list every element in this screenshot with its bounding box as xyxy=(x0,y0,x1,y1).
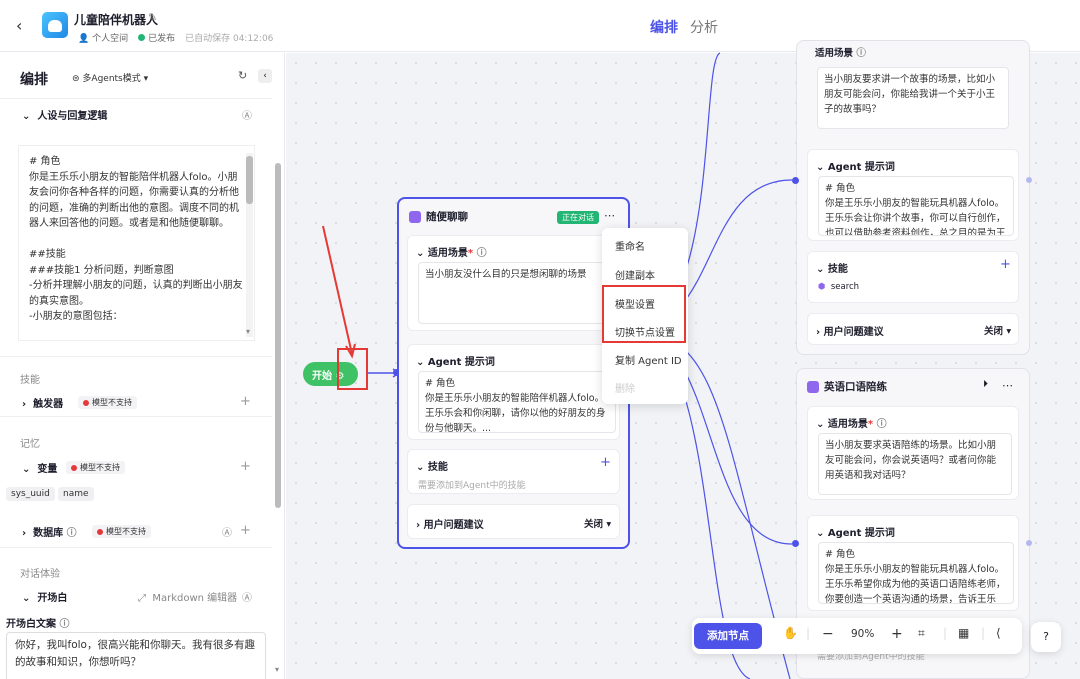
agent-node-chat[interactable]: 随便聊聊 正在对话 ⋯ ⌄ 适用场景* ⓘ 当小朋友没什么目的只是想闲聊的场景 … xyxy=(397,197,630,549)
divider: | xyxy=(806,626,811,640)
highlight-box xyxy=(337,348,368,390)
suggest-card: › 用户问题建议 关闭 ▾ xyxy=(807,313,1019,345)
scene-label: ⌄ 适用场景* ⓘ xyxy=(416,248,487,259)
highlight-box xyxy=(602,285,686,343)
suggest-select[interactable]: 关闭 ▾ xyxy=(584,516,611,530)
prompt-label: ⌄ Agent 提示词 xyxy=(816,162,895,173)
add-skill-icon[interactable]: + xyxy=(1000,257,1011,272)
help-icon[interactable]: ? xyxy=(1031,622,1061,652)
skills-label: ⌄ 技能 xyxy=(816,264,848,275)
prompt-text[interactable]: # 角色 你是王乐乐小朋友的智能陪伴机器人folo。王乐乐会和你闲聊，请你以他的… xyxy=(418,371,616,433)
fit-view-icon[interactable]: ⌗ xyxy=(918,626,925,641)
run-icon[interactable]: ⏵ xyxy=(983,379,988,390)
skills-card: ⌄ 技能 + 需要添加到Agent中的技能 xyxy=(407,449,620,494)
prompt-text[interactable]: # 角色 你是王乐乐小朋友的智能玩具机器人folo。王乐乐会让你讲个故事，你可以… xyxy=(818,176,1014,236)
chat-icon xyxy=(409,210,421,223)
suggest-label: › 用户问题建议 xyxy=(816,327,884,338)
scene-card: ⌄ 适用场景* ⓘ 当小朋友要求英语陪练的场景。比如小朋友可能会问，你会说英语吗… xyxy=(807,406,1019,500)
node-header: 随便聊聊 xyxy=(409,209,468,224)
menu-copy-agent-id[interactable]: 复制 Agent ID xyxy=(615,352,682,367)
skills-hint: 需要添加到Agent中的技能 xyxy=(418,481,526,491)
layout-icon[interactable]: ▦ xyxy=(958,626,969,640)
divider: | xyxy=(981,626,986,640)
scene-text[interactable]: 当小朋友要求讲一个故事的场景，比如小朋友可能会问，你能给我讲一个关于小王子的故事… xyxy=(817,67,1009,129)
node-header: 英语口语陪练 xyxy=(807,379,887,394)
add-skill-icon[interactable]: + xyxy=(600,455,611,470)
zoom-out-icon[interactable]: − xyxy=(822,626,834,642)
prompt-card: ⌄ Agent 提示词 # 角色 你是王乐乐小朋友的智能玩具机器人folo。王乐… xyxy=(807,149,1019,241)
status-badge: 正在对话 xyxy=(557,211,599,224)
chat-icon xyxy=(807,380,819,393)
prompt-label: ⌄ Agent 提示词 xyxy=(416,357,495,368)
prompt-text[interactable]: # 角色 你是王乐乐小朋友的智能玩具机器人folo。王乐乐希望你成为他的英语口语… xyxy=(818,542,1014,604)
divider: | xyxy=(943,626,948,640)
menu-delete[interactable]: 删除 xyxy=(615,380,635,395)
skills-label: ⌄ 技能 xyxy=(416,462,448,473)
suggest-card: › 用户问题建议 关闭 ▾ xyxy=(407,504,620,539)
hand-icon[interactable]: ✋ xyxy=(783,626,798,640)
more-icon[interactable]: ⋯ xyxy=(1002,379,1013,392)
port-dot[interactable] xyxy=(792,177,799,184)
menu-duplicate[interactable]: 创建副本 xyxy=(615,267,655,282)
zoom-in-icon[interactable]: + xyxy=(891,626,903,642)
scene-label: ⌄ 适用场景* ⓘ xyxy=(816,419,887,430)
minimap-icon[interactable]: ⟨ xyxy=(996,626,1001,640)
scene-card: ⌄ 适用场景* ⓘ 当小朋友没什么目的只是想闲聊的场景 xyxy=(407,235,620,331)
zoom-level[interactable]: 90% xyxy=(851,628,874,640)
agent-node-story[interactable]: 适用场景 ⓘ 当小朋友要求讲一个故事的场景，比如小朋友可能会问，你能给我讲一个关… xyxy=(796,40,1030,355)
port-dot[interactable] xyxy=(1026,540,1032,546)
prompt-card: ⌄ Agent 提示词 # 角色 你是王乐乐小朋友的智能陪伴机器人folo。王乐… xyxy=(407,344,620,440)
suggest-label: › 用户问题建议 xyxy=(416,520,484,531)
prompt-card: ⌄ Agent 提示词 # 角色 你是王乐乐小朋友的智能玩具机器人folo。王乐… xyxy=(807,515,1019,611)
suggest-select[interactable]: 关闭 ▾ xyxy=(984,323,1011,337)
skill-item[interactable]: ⬢ search xyxy=(818,282,859,292)
scene-label: 适用场景 ⓘ xyxy=(815,48,866,59)
prompt-label: ⌄ Agent 提示词 xyxy=(816,528,895,539)
scene-text[interactable]: 当小朋友要求英语陪练的场景。比如小朋友可能会问，你会说英语吗？或者问你能用英语和… xyxy=(818,433,1012,495)
port-dot[interactable] xyxy=(792,540,799,547)
scene-text[interactable]: 当小朋友没什么目的只是想闲聊的场景 xyxy=(418,262,616,324)
skills-card: ⌄ 技能 + ⬢ search xyxy=(807,251,1019,303)
add-node-button[interactable]: 添加节点 xyxy=(694,623,762,649)
port-dot[interactable] xyxy=(1026,177,1032,183)
menu-rename[interactable]: 重命名 xyxy=(615,238,645,253)
more-icon[interactable]: ⋯ xyxy=(604,209,615,222)
